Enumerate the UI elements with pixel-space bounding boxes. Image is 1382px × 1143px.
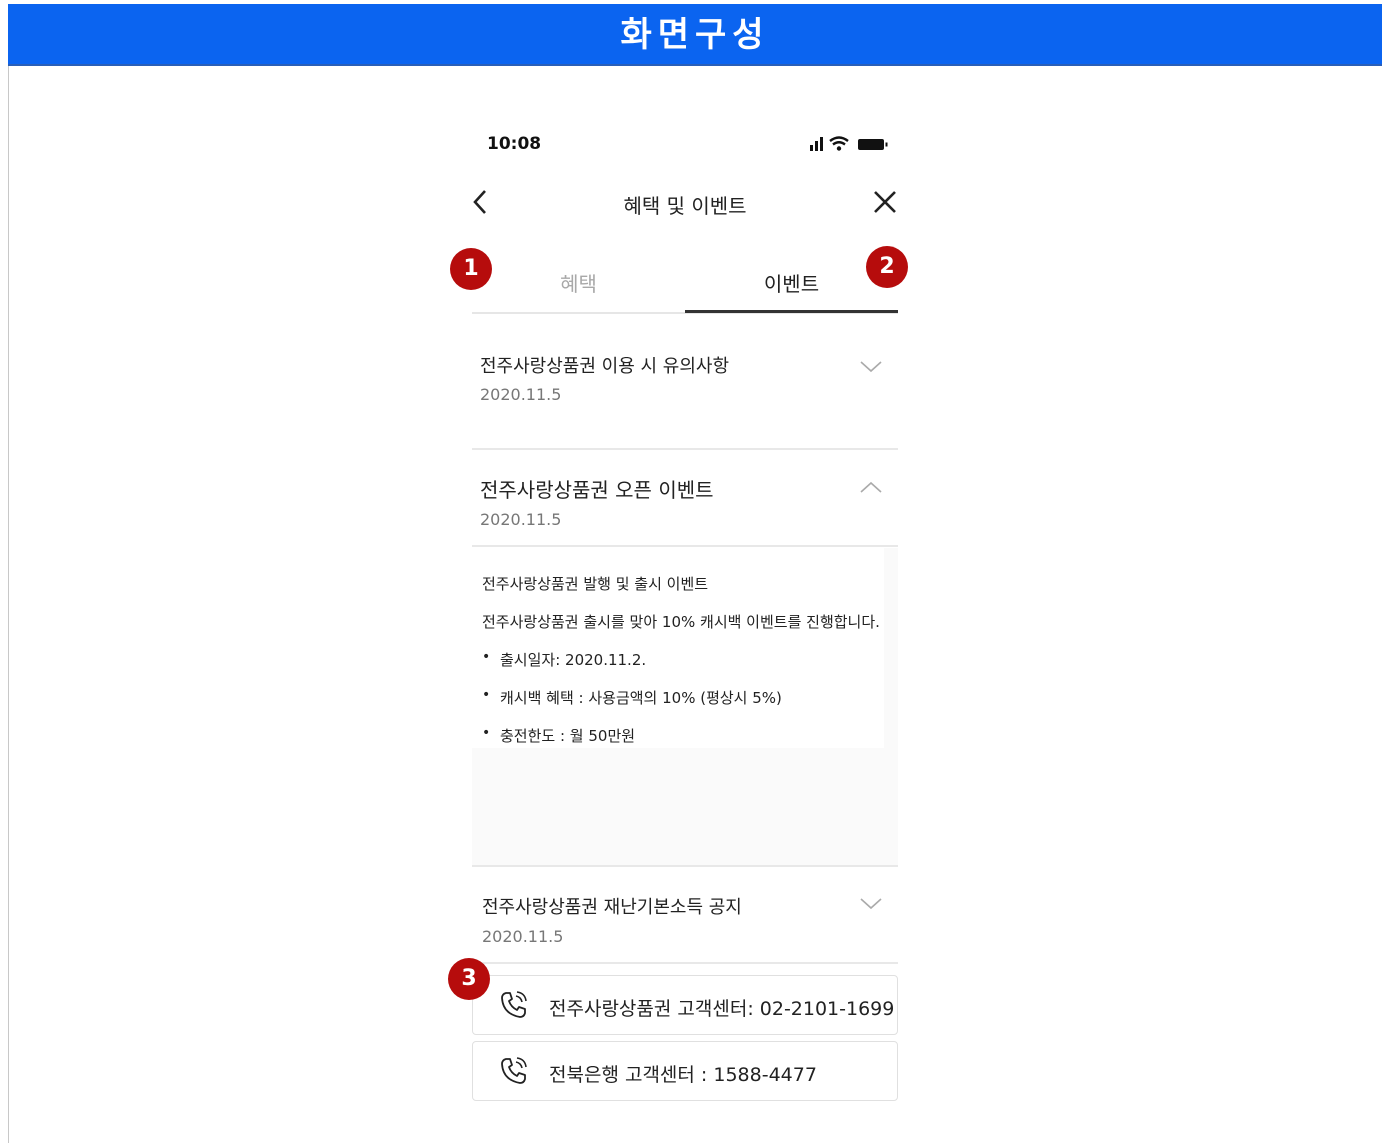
chevron-down-icon (860, 898, 882, 910)
bullet-dot: • (482, 687, 491, 703)
phone-icon (501, 991, 527, 1018)
tab-bar: 혜택 이벤트 (472, 250, 898, 314)
notice-item-open-event[interactable]: 전주사랑상품권 오픈 이벤트 2020.11.5 (472, 450, 898, 546)
tab-active-indicator (685, 310, 898, 313)
annotation-badge: 3 (448, 958, 490, 1000)
contact-jeonbuk-bank-center[interactable]: 전북은행 고객센터 : 1588-4477 (472, 1041, 898, 1101)
signal-icon (810, 137, 823, 151)
annotation-badge: 2 (866, 246, 908, 288)
phone-icon (501, 1057, 527, 1084)
bullet-dot: • (482, 725, 491, 741)
notice-date: 2020.11.5 (480, 510, 562, 529)
event-detail-content: 전주사랑상품권 발행 및 출시 이벤트 전주사랑상품권 출시를 맞아 10% 캐… (472, 548, 884, 748)
tab-benefits[interactable]: 혜택 (472, 268, 685, 297)
status-time: 10:08 (487, 134, 542, 154)
contact-label: 전북은행 고객센터 : 1588-4477 (549, 1064, 817, 1086)
chevron-down-icon (860, 361, 882, 373)
notice-item-disaster-income[interactable]: 전주사랑상품권 재난기본소득 공지 2020.11.5 (472, 867, 898, 963)
event-detail-bullet: 캐시백 혜택 : 사용금액의 10% (평상시 5%) (500, 689, 782, 707)
phone-screen: 10:08 혜택 및 이벤트 혜택 이벤트 전주사랑상품권 이용 시 유의사항 … (472, 120, 898, 1110)
page-title: 혜택 및 이벤트 (623, 194, 747, 218)
notice-title: 전주사랑상품권 재난기본소득 공지 (482, 897, 742, 918)
bullet-dot: • (482, 649, 491, 665)
divider (472, 545, 898, 547)
chevron-up-icon (860, 481, 882, 493)
notice-date: 2020.11.5 (480, 385, 562, 404)
divider (472, 962, 898, 964)
contact-label: 전주사랑상품권 고객센터: 02-2101-1699 (549, 998, 895, 1020)
notice-title: 전주사랑상품권 이용 시 유의사항 (480, 356, 730, 377)
wifi-icon (829, 136, 849, 151)
notice-title: 전주사랑상품권 오픈 이벤트 (480, 478, 714, 502)
section-banner: 화면구성 (8, 4, 1382, 66)
event-detail-bullet: 출시일자: 2020.11.2. (500, 651, 647, 669)
event-detail-panel: 전주사랑상품권 발행 및 출시 이벤트 전주사랑상품권 출시를 맞아 10% 캐… (472, 548, 898, 866)
status-icons (810, 136, 888, 151)
notice-date: 2020.11.5 (482, 927, 564, 946)
annotation-badge: 1 (450, 248, 492, 290)
battery-icon (858, 139, 888, 150)
notice-item-usage-cautions[interactable]: 전주사랑상품권 이용 시 유의사항 2020.11.5 (472, 340, 898, 450)
event-detail-body: 전주사랑상품권 출시를 맞아 10% 캐시백 이벤트를 진행합니다. (482, 613, 880, 631)
event-detail-heading: 전주사랑상품권 발행 및 출시 이벤트 (482, 575, 709, 593)
close-icon[interactable] (872, 188, 898, 216)
event-detail-bullet: 충전한도 : 월 50만원 (500, 727, 636, 745)
contact-jeonju-gift-card-center[interactable]: 전주사랑상품권 고객센터: 02-2101-1699 (472, 975, 898, 1035)
